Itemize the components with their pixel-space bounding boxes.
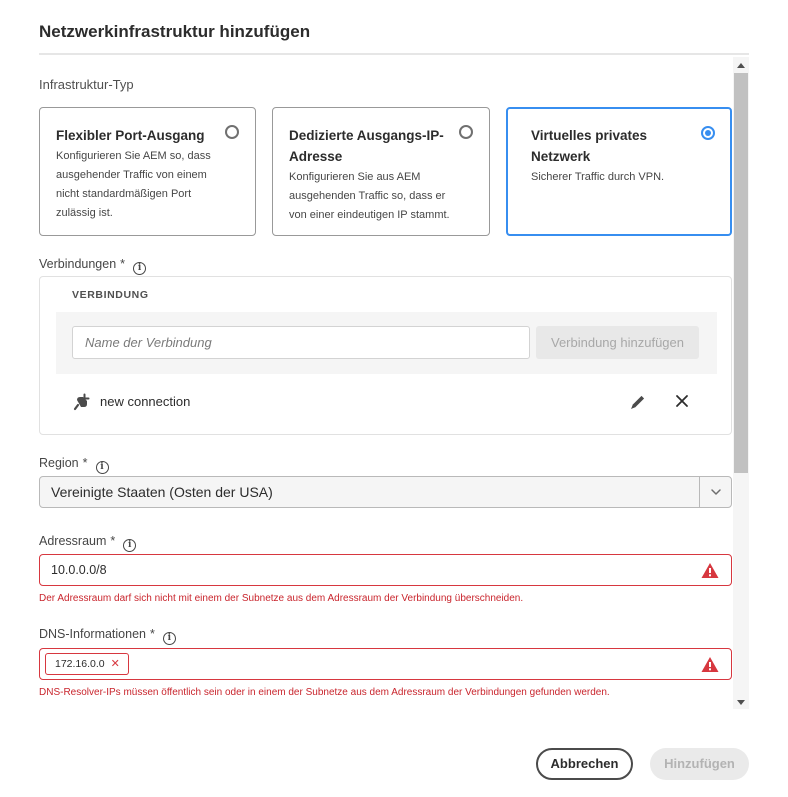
type-card-vpn[interactable]: Virtuelles privates Netzwerk Sicherer Tr… xyxy=(506,107,732,236)
type-card-flexible-port[interactable]: Flexibler Port-Ausgang Konfigurieren Sie… xyxy=(39,107,256,236)
card-description: Sicherer Traffic durch VPN. xyxy=(531,171,665,183)
required-mark: * xyxy=(150,627,155,641)
chevron-down-icon xyxy=(711,489,721,495)
connections-header: VERBINDUNG xyxy=(72,289,149,301)
dns-input[interactable]: 172.16.0.0 ✕ xyxy=(39,648,732,680)
connection-row: new connection xyxy=(56,374,717,434)
info-icon[interactable]: i xyxy=(95,461,109,474)
card-title: Virtuelles privates Netzwerk xyxy=(531,128,648,164)
connection-name-input[interactable] xyxy=(72,326,530,359)
radio-flexible-port[interactable] xyxy=(225,125,239,139)
scroll-down-arrow[interactable] xyxy=(737,700,745,705)
dropdown-toggle[interactable] xyxy=(699,477,731,507)
dns-label: DNS-Informationen * i xyxy=(39,627,176,645)
connections-panel: VERBINDUNG Verbindung hinzufügen new con… xyxy=(39,276,732,435)
info-icon[interactable]: i xyxy=(133,262,147,275)
cancel-button[interactable]: Abbrechen xyxy=(536,748,633,780)
address-space-value: 10.0.0.0/8 xyxy=(51,563,107,577)
info-icon[interactable]: i xyxy=(162,632,176,645)
address-space-error: Der Adressraum darf sich nicht mit einem… xyxy=(39,593,524,604)
required-mark: * xyxy=(82,456,88,470)
required-mark: * xyxy=(110,534,116,548)
info-icon[interactable]: i xyxy=(123,539,137,552)
connection-name: new connection xyxy=(100,394,191,409)
dns-tag: 172.16.0.0 ✕ xyxy=(45,653,129,675)
address-space-input[interactable]: 10.0.0.0/8 xyxy=(39,554,732,586)
add-connection-box: Verbindung hinzufügen xyxy=(56,312,717,374)
close-icon[interactable] xyxy=(674,393,690,409)
required-mark: * xyxy=(120,257,126,271)
remove-tag-icon[interactable]: ✕ xyxy=(111,658,120,670)
dialog-title: Netzwerkinfrastruktur hinzufügen xyxy=(39,22,311,41)
add-button[interactable]: Hinzufügen xyxy=(650,748,749,780)
scrollbar[interactable] xyxy=(733,57,749,709)
card-description: Konfigurieren Sie aus AEM ausgehenden Tr… xyxy=(289,171,450,221)
region-label: Region * i xyxy=(39,456,109,474)
radio-vpn[interactable] xyxy=(701,126,715,140)
address-space-label: Adressraum * i xyxy=(39,534,137,552)
connections-label: Verbindungen * i xyxy=(39,257,147,275)
card-title: Flexibler Port-Ausgang xyxy=(56,128,205,143)
alert-triangle-icon xyxy=(701,657,719,672)
alert-triangle-icon xyxy=(701,563,719,578)
scroll-up-arrow[interactable] xyxy=(737,63,745,68)
region-value: Vereinigte Staaten (Osten der USA) xyxy=(51,484,273,500)
add-connection-button[interactable]: Verbindung hinzufügen xyxy=(536,326,699,359)
scroll-thumb[interactable] xyxy=(734,73,748,473)
infrastructure-type-label: Infrastruktur-Typ xyxy=(39,77,134,92)
card-title: Dedizierte Ausgangs-IP- Adresse xyxy=(289,128,444,164)
region-select[interactable]: Vereinigte Staaten (Osten der USA) xyxy=(39,476,732,508)
card-description: Konfigurieren Sie AEM so, dass ausgehend… xyxy=(56,150,211,219)
type-card-dedicated-ip[interactable]: Dedizierte Ausgangs-IP- Adresse Konfigur… xyxy=(272,107,490,236)
plug-icon xyxy=(73,393,90,411)
dns-error: DNS-Resolver-IPs müssen öffentlich sein … xyxy=(39,687,610,698)
radio-dedicated-ip[interactable] xyxy=(459,125,473,139)
pencil-icon[interactable] xyxy=(629,393,647,411)
